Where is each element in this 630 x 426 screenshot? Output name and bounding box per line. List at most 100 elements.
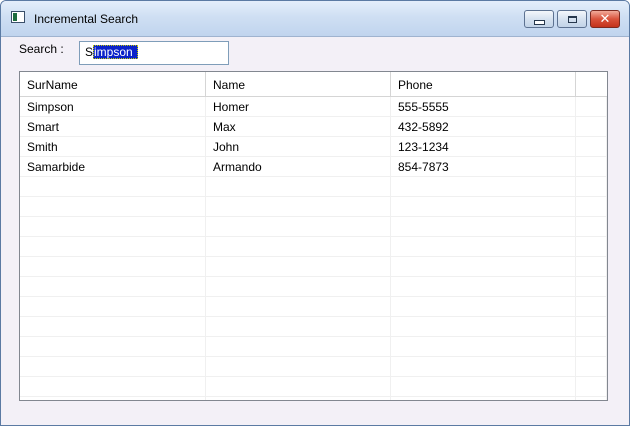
cell-filler <box>576 297 607 316</box>
cell-filler <box>576 397 607 400</box>
empty-row <box>20 377 607 397</box>
empty-row <box>20 237 607 257</box>
empty-row <box>20 357 607 377</box>
cell-surname[interactable]: Smart <box>20 117 206 136</box>
cell-phone[interactable]: 555-5555 <box>391 97 576 116</box>
cell-phone <box>391 317 576 336</box>
cell-name <box>206 177 391 196</box>
cell-filler <box>576 177 607 196</box>
grid-body: Simpson Homer 555-5555 Smart Max 432-5892 Smit… <box>20 97 607 400</box>
cell-name[interactable]: Max <box>206 117 391 136</box>
cell-phone <box>391 397 576 400</box>
cell-phone[interactable]: 123-1234 <box>391 137 576 156</box>
empty-row <box>20 177 607 197</box>
cell-name <box>206 357 391 376</box>
cell-surname[interactable]: Smith <box>20 137 206 156</box>
table-row[interactable]: Smart Max 432-5892 <box>20 117 607 137</box>
cell-phone[interactable]: 432-5892 <box>391 117 576 136</box>
cell-surname <box>20 217 206 236</box>
cell-phone <box>391 337 576 356</box>
search-autocomplete-selection: impson <box>93 45 138 59</box>
cell-name[interactable]: Homer <box>206 97 391 116</box>
column-header-phone[interactable]: Phone <box>391 72 576 96</box>
cell-name <box>206 337 391 356</box>
cell-name[interactable]: John <box>206 137 391 156</box>
cell-phone <box>391 377 576 396</box>
cell-name <box>206 197 391 216</box>
empty-row <box>20 257 607 277</box>
search-label: Search : <box>19 42 64 56</box>
maximize-icon <box>567 15 577 23</box>
window-title: Incremental Search <box>34 12 139 26</box>
empty-row <box>20 337 607 357</box>
column-header-filler <box>576 72 607 96</box>
close-icon: ✕ <box>599 11 611 27</box>
search-input[interactable]: Simpson <box>79 41 229 65</box>
cell-surname[interactable]: Simpson <box>20 97 206 116</box>
cell-surname <box>20 197 206 216</box>
cell-phone <box>391 277 576 296</box>
cell-phone <box>391 257 576 276</box>
cell-name <box>206 237 391 256</box>
cell-surname <box>20 257 206 276</box>
close-button[interactable]: ✕ <box>590 10 620 28</box>
title-bar[interactable]: Incremental Search ✕ <box>1 1 629 37</box>
cell-surname <box>20 317 206 336</box>
cell-surname <box>20 277 206 296</box>
results-grid[interactable]: SurName Name Phone Simpson Homer 555-5555 S… <box>19 71 608 401</box>
cell-name <box>206 277 391 296</box>
cell-phone <box>391 297 576 316</box>
table-row[interactable]: Samarbide Armando 854-7873 <box>20 157 607 177</box>
cell-phone <box>391 357 576 376</box>
cell-name <box>206 377 391 396</box>
empty-row <box>20 277 607 297</box>
cell-name <box>206 217 391 236</box>
empty-row <box>20 197 607 217</box>
table-row[interactable]: Simpson Homer 555-5555 <box>20 97 607 117</box>
empty-row <box>20 217 607 237</box>
cell-filler <box>576 277 607 296</box>
cell-surname <box>20 177 206 196</box>
cell-filler <box>576 137 607 156</box>
cell-filler <box>576 197 607 216</box>
search-typed-text: S <box>85 45 94 59</box>
cell-surname <box>20 297 206 316</box>
empty-row <box>20 297 607 317</box>
cell-surname <box>20 357 206 376</box>
column-header-name[interactable]: Name <box>206 72 391 96</box>
cell-filler <box>576 357 607 376</box>
maximize-button[interactable] <box>557 10 587 28</box>
cell-surname[interactable]: Samarbide <box>20 157 206 176</box>
app-window-icon <box>11 11 25 23</box>
cell-phone[interactable]: 854-7873 <box>391 157 576 176</box>
cell-phone <box>391 217 576 236</box>
column-header-surname[interactable]: SurName <box>20 72 206 96</box>
cell-name <box>206 257 391 276</box>
cell-surname <box>20 237 206 256</box>
cell-surname <box>20 337 206 356</box>
empty-row <box>20 317 607 337</box>
cell-phone <box>391 197 576 216</box>
cell-phone <box>391 177 576 196</box>
cell-filler <box>576 337 607 356</box>
app-window: Incremental Search ✕ Search : Simpson Su… <box>0 0 630 426</box>
cell-filler <box>576 217 607 236</box>
grid-header: SurName Name Phone <box>20 72 607 97</box>
cell-surname <box>20 397 206 400</box>
cell-filler <box>576 157 607 176</box>
table-row[interactable]: Smith John 123-1234 <box>20 137 607 157</box>
cell-name <box>206 397 391 400</box>
cell-name <box>206 317 391 336</box>
empty-row <box>20 397 607 400</box>
cell-filler <box>576 117 607 136</box>
cell-name <box>206 297 391 316</box>
cell-filler <box>576 257 607 276</box>
minimize-button[interactable] <box>524 10 554 28</box>
minimize-icon <box>533 19 545 25</box>
cell-name[interactable]: Armando <box>206 157 391 176</box>
cell-surname <box>20 377 206 396</box>
cell-filler <box>576 97 607 116</box>
cell-filler <box>576 317 607 336</box>
cell-phone <box>391 237 576 256</box>
cell-filler <box>576 377 607 396</box>
